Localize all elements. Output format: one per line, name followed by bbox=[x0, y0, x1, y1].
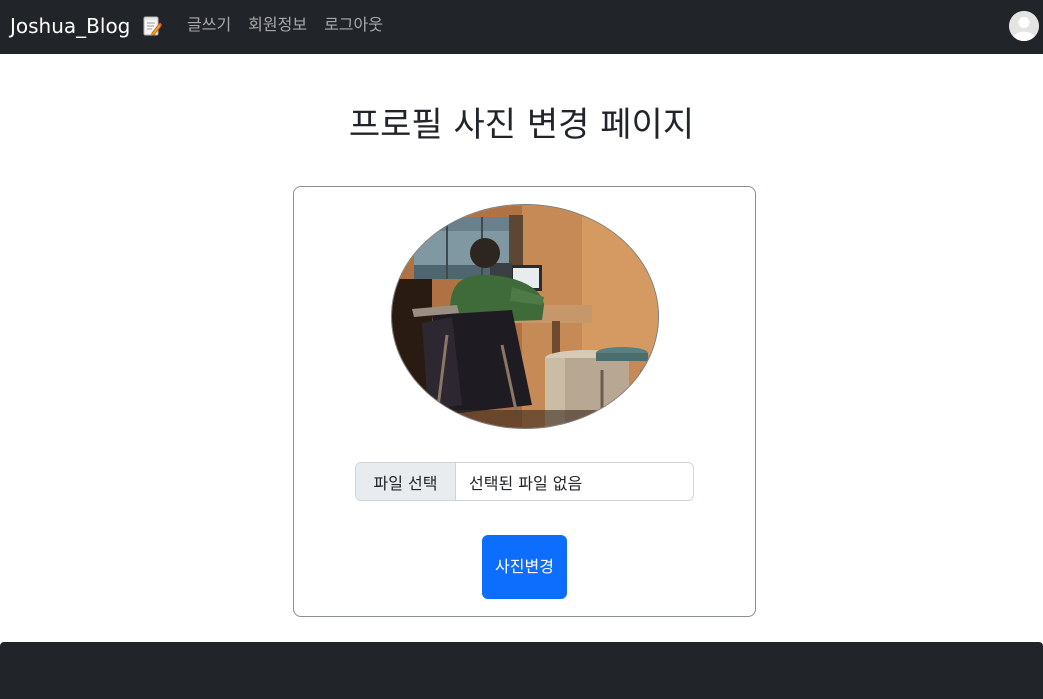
nav-links: 글쓰기 회원정보 로그아웃 bbox=[187, 14, 383, 36]
file-choose-button[interactable]: 파일 선택 bbox=[356, 463, 456, 500]
user-avatar-icon[interactable] bbox=[1009, 11, 1039, 41]
nav-link-member-info[interactable]: 회원정보 bbox=[248, 14, 307, 36]
page-title: 프로필 사진 변경 페이지 bbox=[348, 105, 695, 145]
brand-link[interactable]: Joshua_Blog bbox=[10, 13, 163, 39]
profile-photo-card: 파일 선택 선택된 파일 없음 사진변경 bbox=[293, 186, 756, 617]
footer bbox=[0, 642, 1043, 699]
profile-photo bbox=[391, 204, 659, 429]
file-status-text[interactable]: 선택된 파일 없음 bbox=[456, 463, 693, 500]
memo-icon bbox=[142, 15, 163, 37]
file-input[interactable]: 파일 선택 선택된 파일 없음 bbox=[355, 462, 694, 501]
nav-link-write[interactable]: 글쓰기 bbox=[187, 14, 231, 36]
top-navbar: Joshua_Blog 글쓰기 회원정보 로그아웃 bbox=[0, 0, 1043, 54]
nav-link-logout[interactable]: 로그아웃 bbox=[324, 14, 383, 36]
change-photo-button[interactable]: 사진변경 bbox=[482, 535, 567, 599]
brand-name: Joshua_Blog bbox=[10, 14, 131, 38]
